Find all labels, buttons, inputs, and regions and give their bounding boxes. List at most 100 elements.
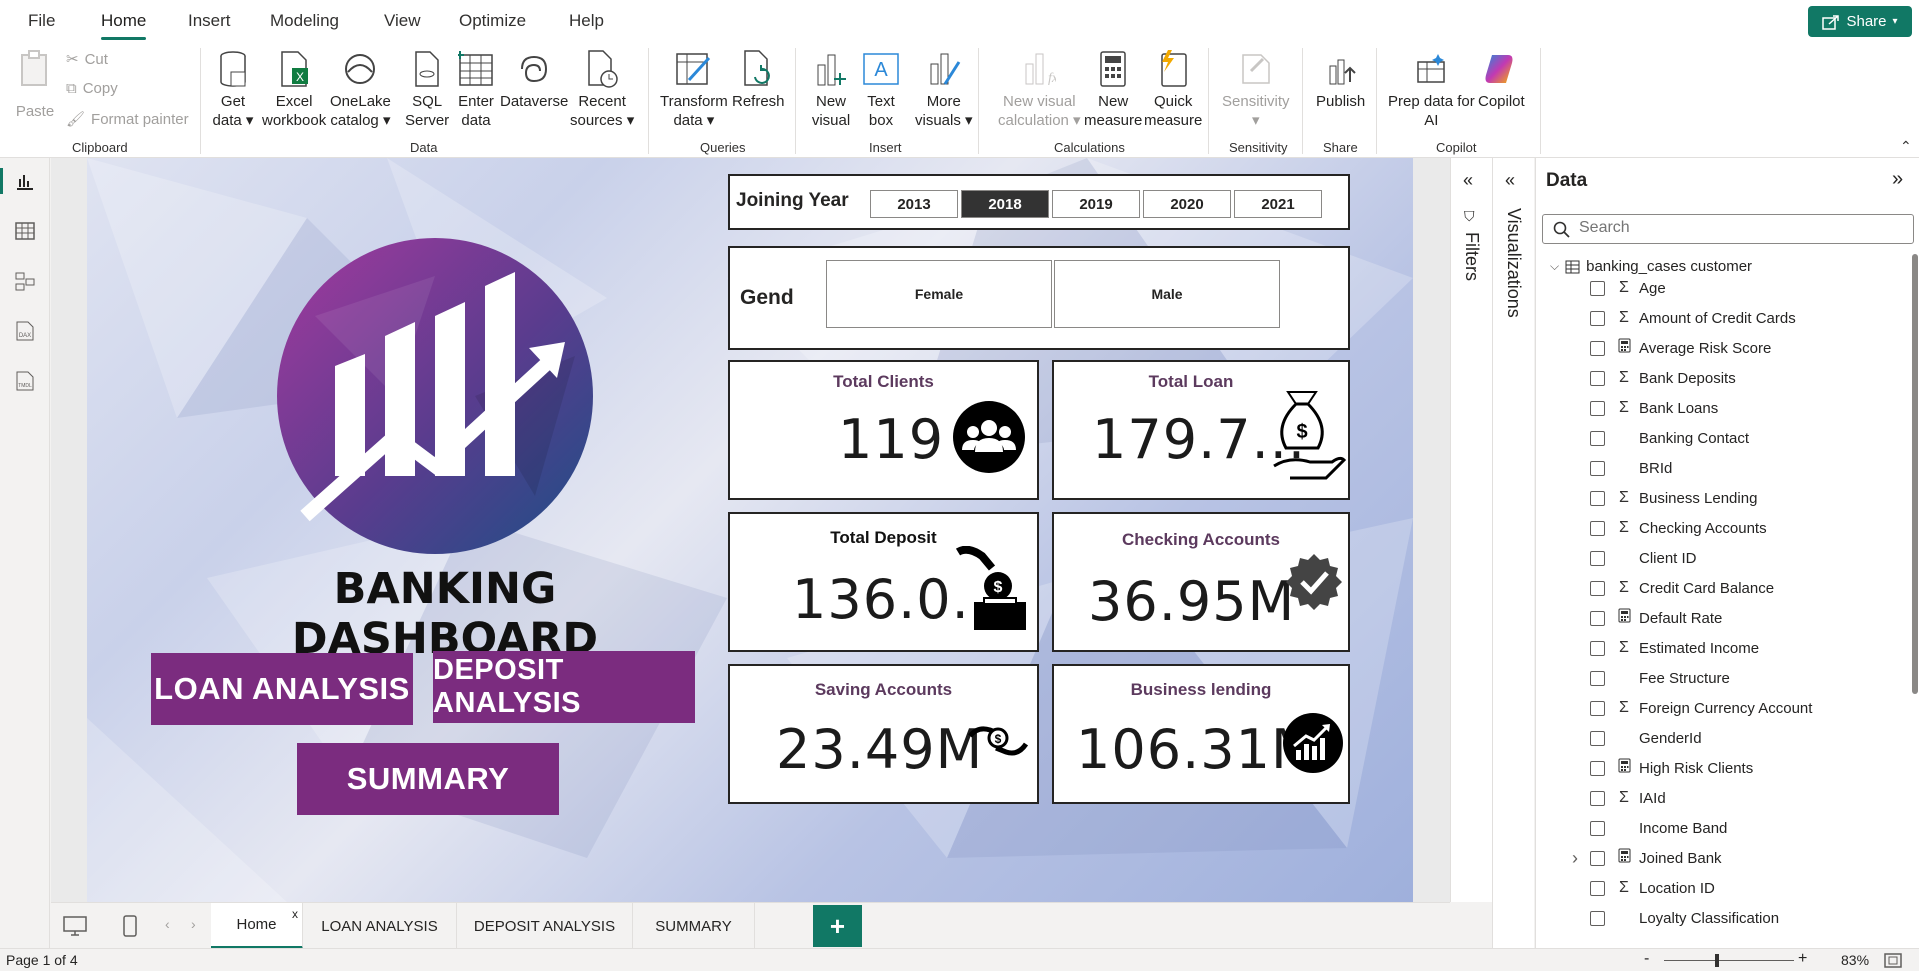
menu-tab-modeling[interactable]: Modeling	[270, 10, 339, 40]
field-item[interactable]: GenderId	[1536, 723, 1906, 753]
field-item[interactable]: Σ Bank Deposits	[1536, 363, 1906, 393]
field-item[interactable]: Σ Amount of Credit Cards	[1536, 303, 1906, 333]
loan-analysis-button[interactable]: LOAN ANALYSIS	[151, 653, 413, 725]
menu-tab-help[interactable]: Help	[569, 10, 604, 40]
field-item[interactable]: Banking Contact	[1536, 423, 1906, 453]
fit-to-page-icon[interactable]	[1884, 953, 1902, 969]
text-box-button[interactable]: A Text box	[860, 48, 902, 130]
expand-filters-icon[interactable]: «	[1463, 170, 1473, 191]
year-option-2019[interactable]: 2019	[1052, 190, 1140, 218]
new-visual-calculation-button[interactable]: fx New visual calculation ▾	[998, 48, 1081, 130]
dataverse-button[interactable]: Dataverse	[500, 48, 568, 111]
scrollbar[interactable]	[1912, 254, 1918, 694]
field-checkbox[interactable]	[1590, 880, 1605, 896]
share-button[interactable]: Share ▾	[1808, 6, 1912, 37]
page-tab-loan-analysis[interactable]: LOAN ANALYSIS	[303, 903, 457, 949]
copy-button[interactable]: ⧉ Copy	[66, 80, 118, 97]
field-checkbox[interactable]	[1590, 430, 1605, 446]
chevron-right-icon[interactable]: ›	[1572, 848, 1578, 869]
field-checkbox[interactable]	[1590, 520, 1605, 536]
tmdl-view-icon[interactable]: TMDL	[12, 368, 38, 394]
close-icon[interactable]: x	[292, 907, 298, 921]
get-data-button[interactable]: Get data ▾	[212, 48, 254, 130]
paste-button[interactable]: Paste	[14, 48, 56, 121]
field-item[interactable]: Σ Bank Loans	[1536, 393, 1906, 423]
excel-workbook-button[interactable]: X Excel workbook	[262, 48, 326, 130]
page-tab-home[interactable]: Home x	[211, 903, 303, 949]
onelake-catalog-button[interactable]: OneLake catalog ▾	[330, 48, 391, 130]
field-item[interactable]: Average Risk Score	[1536, 333, 1906, 363]
menu-tab-insert[interactable]: Insert	[188, 10, 231, 40]
field-checkbox[interactable]	[1590, 340, 1605, 356]
menu-tab-file[interactable]: File	[28, 10, 55, 40]
page-tab-deposit-analysis[interactable]: DEPOSIT ANALYSIS	[457, 903, 633, 949]
field-item[interactable]: Σ Location ID	[1536, 873, 1906, 903]
add-page-button[interactable]: +	[813, 905, 862, 947]
field-item[interactable]: Σ Checking Accounts	[1536, 513, 1906, 543]
table-view-icon[interactable]	[12, 218, 38, 244]
prep-data-for-ai-button[interactable]: Prep data for AI	[1388, 48, 1475, 130]
field-checkbox[interactable]	[1590, 640, 1605, 656]
format-painter-button[interactable]: 🖌 Format painter	[66, 110, 189, 129]
new-measure-button[interactable]: New measure	[1084, 48, 1142, 130]
expand-visualizations-icon[interactable]: «	[1505, 170, 1515, 191]
summary-button[interactable]: SUMMARY	[297, 743, 559, 815]
field-checkbox[interactable]	[1590, 820, 1605, 836]
mobile-layout-icon[interactable]	[123, 915, 137, 937]
zoom-slider[interactable]	[1664, 960, 1794, 961]
field-item[interactable]: Loyalty Classification	[1536, 903, 1906, 933]
menu-tab-view[interactable]: View	[384, 10, 421, 40]
field-checkbox[interactable]	[1590, 850, 1605, 866]
desktop-layout-icon[interactable]	[63, 916, 87, 936]
menu-tab-optimize[interactable]: Optimize	[459, 10, 526, 40]
field-checkbox[interactable]	[1590, 550, 1605, 566]
field-item[interactable]: Σ Age	[1536, 273, 1906, 303]
more-visuals-button[interactable]: More visuals ▾	[915, 48, 973, 130]
field-checkbox[interactable]	[1590, 400, 1605, 416]
zoom-in-button[interactable]: +	[1798, 950, 1807, 968]
field-item[interactable]: Fee Structure	[1536, 663, 1906, 693]
next-page-icon[interactable]: ›	[191, 916, 196, 932]
field-checkbox[interactable]	[1590, 460, 1605, 476]
filters-pane-collapsed[interactable]: « ⛉ Filters	[1450, 158, 1492, 902]
sql-server-button[interactable]: SQL Server	[405, 48, 449, 130]
menu-tab-home[interactable]: Home	[101, 10, 147, 40]
field-checkbox[interactable]	[1590, 910, 1605, 926]
field-checkbox[interactable]	[1590, 490, 1605, 506]
dax-query-view-icon[interactable]: DAX	[12, 318, 38, 344]
field-item[interactable]: Σ Estimated Income	[1536, 633, 1906, 663]
field-checkbox[interactable]	[1590, 760, 1605, 776]
chevron-down-icon[interactable]: ⌵	[1550, 259, 1559, 274]
zoom-out-button[interactable]: -	[1644, 950, 1649, 968]
field-item[interactable]: Σ IAId	[1536, 783, 1906, 813]
year-option-2021[interactable]: 2021	[1234, 190, 1322, 218]
publish-button[interactable]: Publish	[1316, 48, 1365, 111]
data-search-box[interactable]	[1542, 214, 1914, 244]
field-item[interactable]: Client ID	[1536, 543, 1906, 573]
field-item[interactable]: High Risk Clients	[1536, 753, 1906, 783]
field-item[interactable]: BRId	[1536, 453, 1906, 483]
page-tab-summary[interactable]: SUMMARY	[633, 903, 755, 949]
year-option-2020[interactable]: 2020	[1143, 190, 1231, 218]
enter-data-button[interactable]: Enter data	[455, 48, 497, 130]
field-item[interactable]: Σ Foreign Currency Account	[1536, 693, 1906, 723]
field-checkbox[interactable]	[1590, 610, 1605, 626]
deposit-analysis-button[interactable]: DEPOSIT ANALYSIS	[433, 651, 695, 723]
model-view-icon[interactable]	[12, 268, 38, 294]
gender-option-male[interactable]: Male	[1054, 260, 1280, 328]
field-item[interactable]: Default Rate	[1536, 603, 1906, 633]
field-item[interactable]: Σ Credit Card Balance	[1536, 573, 1906, 603]
field-checkbox[interactable]	[1590, 700, 1605, 716]
collapse-ribbon-icon[interactable]: ⌃	[1900, 138, 1912, 155]
visualizations-pane-collapsed[interactable]: « Visualizations	[1492, 158, 1534, 948]
field-checkbox[interactable]	[1590, 790, 1605, 806]
field-checkbox[interactable]	[1590, 280, 1605, 296]
transform-data-button[interactable]: Transform data ▾	[660, 48, 728, 130]
field-item[interactable]: Σ Business Lending	[1536, 483, 1906, 513]
recent-sources-button[interactable]: Recent sources ▾	[570, 48, 634, 130]
year-option-2018[interactable]: 2018	[961, 190, 1049, 218]
report-view-icon[interactable]	[12, 168, 38, 194]
collapse-data-pane-icon[interactable]: »	[1892, 168, 1903, 191]
field-item[interactable]: Income Band	[1536, 813, 1906, 843]
field-item[interactable]: › Joined Bank	[1536, 843, 1906, 873]
